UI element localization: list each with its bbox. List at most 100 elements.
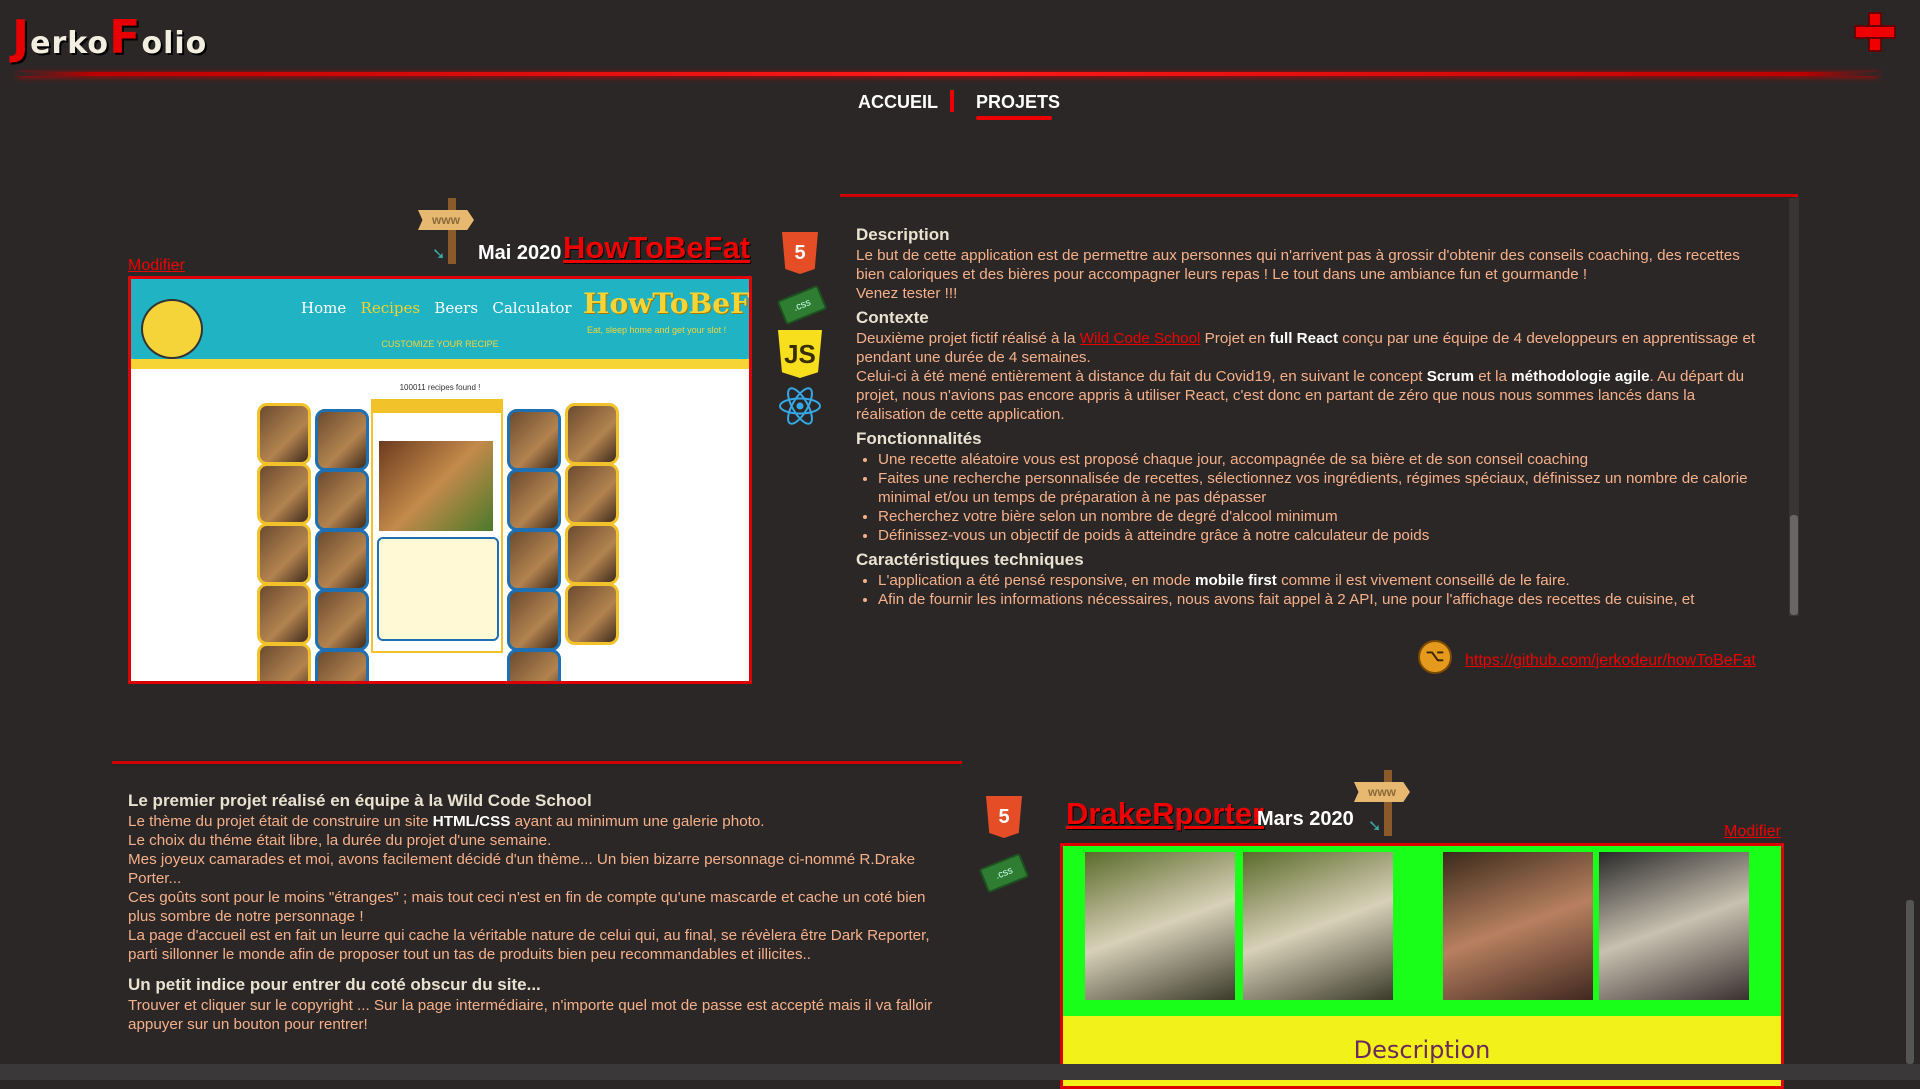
recipe-thumb [257, 583, 311, 645]
tech-item: L'application a été pensé responsive, en… [878, 571, 1756, 590]
github-icon[interactable]: ⌥ [1418, 640, 1452, 674]
recipe-thumb [315, 649, 369, 681]
hint-text: Trouver et cliquer sur le copyright ... … [128, 997, 933, 1033]
description-text: La page d'accueil est en fait un leurre … [128, 927, 930, 963]
recipe-thumb [565, 583, 619, 645]
context-text: Deuxième projet fictif réalisé à la Wild… [856, 330, 1756, 366]
tech-item: Afin de fournir les informations nécessa… [878, 590, 1756, 609]
react-icon [779, 387, 821, 425]
arrow-icon: ➘ [432, 246, 446, 263]
description-heading: Description [856, 225, 950, 244]
logo-letter-j: J [12, 10, 31, 64]
gallery-photo [1243, 852, 1393, 1000]
html5-icon: 5 [986, 796, 1022, 838]
cat-mascot-icon [141, 299, 203, 359]
edit-link[interactable]: Modifier [128, 257, 185, 275]
www-sign-icon[interactable]: www ➘ [1354, 770, 1418, 836]
feature-item: Définissez-vous un objectif de poids à a… [878, 526, 1756, 545]
project-screenshot[interactable]: Description [1060, 843, 1784, 1089]
nav-home[interactable]: ACCUEIL [858, 92, 938, 113]
screenshot-menu-item: Home [301, 299, 347, 317]
recipe-thumb [507, 529, 561, 591]
feature-item: Une recette aléatoire vous est proposé c… [878, 450, 1756, 469]
logo-text-erko: erko [30, 26, 110, 61]
description-text: Ces goûts sont pour le moins "étranges" … [128, 889, 926, 925]
recipe-thumb [257, 403, 311, 465]
features-list: Une recette aléatoire vous est proposé c… [856, 450, 1756, 545]
www-sign-label: www [1354, 782, 1410, 802]
page-scrollbar[interactable] [1906, 900, 1914, 1064]
recipe-thumb [257, 643, 311, 681]
recipe-thumb [507, 409, 561, 471]
description-text: Le thème du projet était de construire u… [128, 813, 765, 830]
context-heading: Contexte [856, 308, 929, 327]
description-text: Le but de cette application est de perme… [856, 247, 1740, 283]
description-divider [840, 194, 1798, 197]
javascript-icon: JS [778, 330, 822, 378]
recipe-card [371, 399, 503, 653]
github-link[interactable]: https://github.com/jerkodeur/howToBeFat [1465, 652, 1756, 670]
feature-item: Faites une recherche personnalisée de re… [878, 469, 1756, 507]
screenshot-brand: HowToBeFat [583, 287, 749, 320]
project-title-link[interactable]: HowToBeFat [563, 230, 750, 266]
arrow-icon: ➘ [1368, 818, 1382, 835]
recipe-thumb [507, 469, 561, 531]
project-title-link[interactable]: DrakeRporter [1066, 796, 1264, 832]
description-text: Le choix du théme était libre, la durée … [128, 832, 552, 849]
css3-icon: .css [776, 284, 828, 326]
www-sign-icon[interactable]: www ➘ [418, 198, 482, 264]
tech-list: L'application a été pensé responsive, en… [856, 571, 1756, 609]
screenshot-menu: Home Recipes Beers Calculator [301, 299, 572, 317]
recipe-thumb [257, 523, 311, 585]
recipe-thumb [507, 589, 561, 651]
tech-heading: Caractéristiques techniques [856, 550, 1084, 569]
nav-active-indicator [976, 116, 1052, 120]
recipe-thumb [315, 409, 369, 471]
html5-icon: 5 [782, 232, 818, 274]
recipe-thumb [507, 649, 561, 681]
recipe-thumb [315, 589, 369, 651]
edit-link[interactable]: Modifier [1724, 823, 1781, 841]
features-heading: Fonctionnalités [856, 429, 982, 448]
description-divider [112, 761, 962, 764]
scrollbar-thumb[interactable] [1790, 515, 1798, 615]
screenshot-band [131, 359, 749, 369]
project-screenshot[interactable]: Home Recipes Beers Calculator HowToBeFat… [128, 276, 752, 684]
project-date: Mars 2020 [1257, 808, 1354, 830]
screenshot-count: 100011 recipes found ! [399, 383, 481, 392]
site-logo[interactable]: JerkoFolio [12, 10, 207, 64]
logo-text-olio: olio [141, 26, 208, 61]
screenshot-menu-item: Beers [434, 299, 479, 317]
context-text-2: Celui-ci à été mené entièrement à distan… [856, 368, 1745, 423]
hint-heading: Un petit indice pour entrer du coté obsc… [128, 975, 541, 994]
screenshot-tagline: Eat, sleep home and get your slot ! [587, 325, 727, 335]
screenshot-banner-text: CUSTOMIZE YOUR RECIPE [381, 339, 499, 349]
recipe-thumb [315, 469, 369, 531]
header-divider [18, 72, 1878, 76]
project-description: Le premier projet réalisé en équipe à la… [128, 790, 948, 1034]
project-date: Mai 2020 [478, 242, 562, 264]
screenshot-menu-item: Calculator [492, 299, 572, 317]
feature-item: Recherchez votre bière selon un nombre d… [878, 507, 1756, 526]
gallery-photo [1599, 852, 1749, 1000]
www-sign-label: www [418, 210, 474, 230]
recipe-thumb [257, 463, 311, 525]
recipe-thumb [565, 463, 619, 525]
gallery-photo [1443, 852, 1593, 1000]
project-heading: Le premier projet réalisé en équipe à la… [128, 791, 592, 810]
recipe-thumb [565, 403, 619, 465]
screenshot-menu-item: Recipes [360, 299, 421, 317]
logo-letter-f: F [109, 10, 142, 64]
screenshot-heading: Description [1353, 1036, 1491, 1064]
description-text: Mes joyeux camarades et moi, avons facil… [128, 851, 916, 887]
description-cta: Venez tester !!! [856, 285, 958, 302]
plus-icon[interactable] [1852, 10, 1900, 58]
gallery-photo [1085, 852, 1235, 1000]
recipe-thumb [565, 523, 619, 585]
wild-code-school-link[interactable]: Wild Code School [1080, 330, 1201, 347]
recipe-thumb [315, 529, 369, 591]
nav-separator [950, 90, 954, 112]
horizontal-scrollbar[interactable] [0, 1064, 1920, 1080]
nav-projects[interactable]: PROJETS [976, 92, 1060, 113]
css3-icon: .css [978, 852, 1030, 894]
